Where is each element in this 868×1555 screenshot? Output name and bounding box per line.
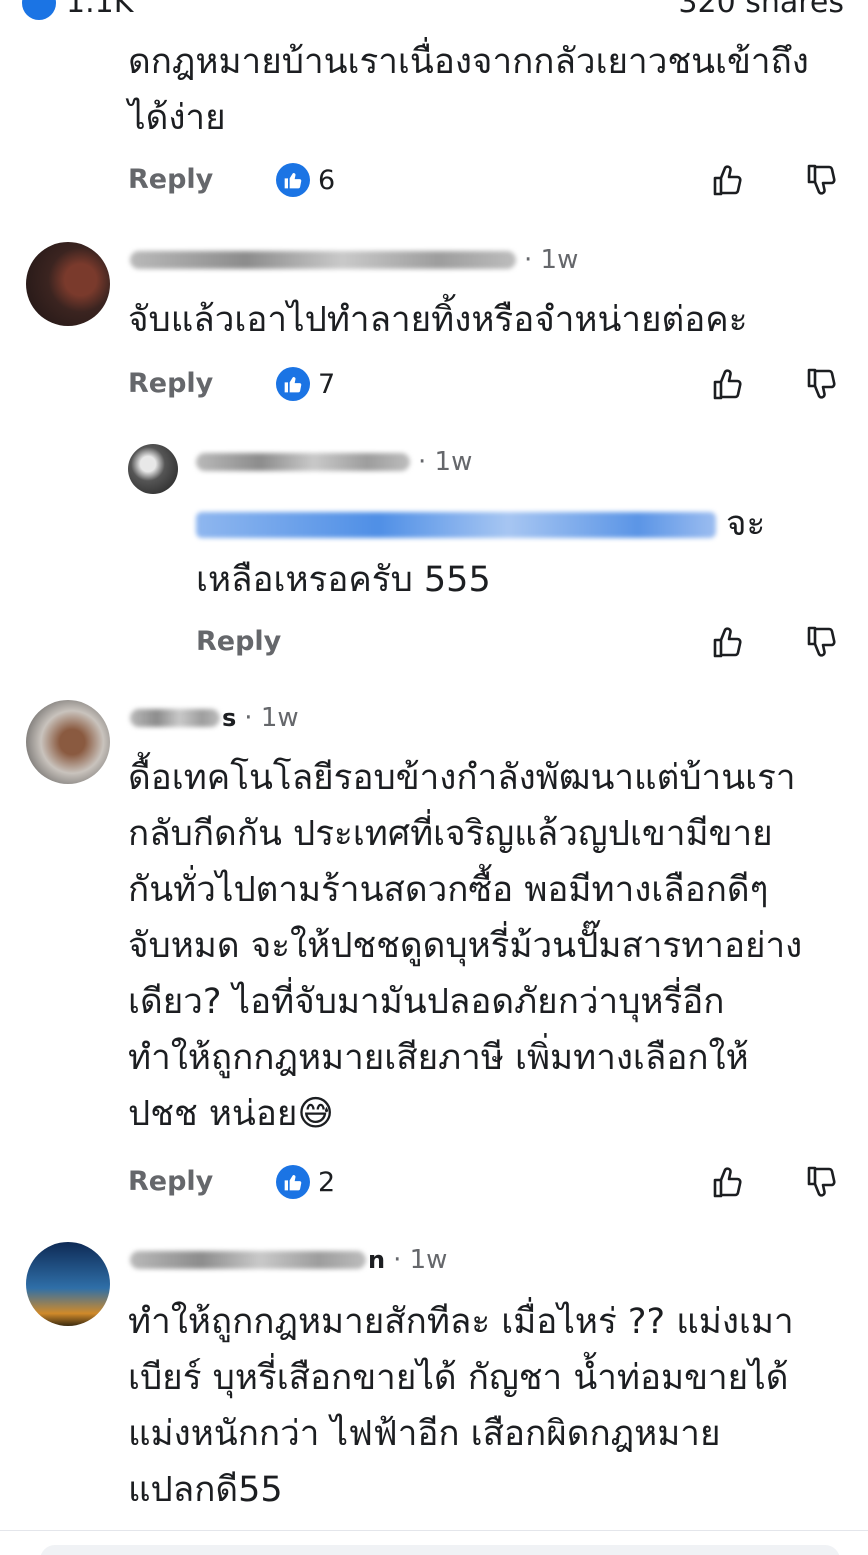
dislike-outline-icon[interactable] bbox=[800, 622, 840, 662]
comment-text: ดกฎหมายบ้านเราเนื่องจากกลัวเยาวชนเข้าถึง… bbox=[128, 42, 809, 138]
comment-text: ทำให้ถูกกฎหมายสักทีละ เมื่อไหร่ ?? แม่งเ… bbox=[128, 1302, 794, 1510]
timestamp[interactable]: · 1w bbox=[418, 447, 472, 477]
thumbs-up-icon bbox=[276, 163, 310, 197]
avatar[interactable] bbox=[128, 444, 178, 494]
comment-header: · 1w bbox=[130, 242, 578, 278]
like-reaction-icon bbox=[22, 0, 56, 20]
author-name[interactable] bbox=[130, 709, 220, 727]
post-stats-bar: 1.1K 320 shares bbox=[0, 0, 868, 22]
comment-actions: Reply 6 bbox=[0, 160, 868, 200]
reaction-count[interactable]: 1.1K bbox=[66, 0, 133, 20]
avatar[interactable] bbox=[26, 700, 110, 784]
comment-actions: Reply 7 bbox=[0, 364, 868, 404]
comment-text: จับแล้วเอาไปทำลายทิ้งหรือจำหน่ายต่อคะ bbox=[128, 300, 748, 340]
comment-text: ดื้อเทคโนโลยีรอบข้างกำลังพัฒนาแต่บ้านเรา… bbox=[128, 758, 803, 1134]
author-name[interactable] bbox=[130, 251, 516, 269]
like-outline-icon[interactable] bbox=[706, 1162, 746, 1202]
thumbs-up-icon bbox=[276, 1165, 310, 1199]
timestamp[interactable]: · 1w bbox=[244, 703, 298, 733]
reply-button[interactable]: Reply bbox=[128, 364, 213, 404]
like-outline-icon[interactable] bbox=[706, 160, 746, 200]
comment-actions: Reply bbox=[0, 622, 868, 662]
timestamp[interactable]: · 1w bbox=[524, 245, 578, 275]
comment-header: · 1w bbox=[196, 444, 472, 480]
like-count-badge[interactable]: 7 bbox=[276, 364, 335, 404]
like-count: 6 bbox=[318, 164, 336, 196]
like-outline-icon[interactable] bbox=[706, 364, 746, 404]
comment-header: s · 1w bbox=[130, 700, 299, 736]
share-count[interactable]: 320 shares bbox=[678, 0, 844, 20]
author-name-visible[interactable]: s bbox=[222, 704, 236, 732]
like-outline-icon[interactable] bbox=[706, 622, 746, 662]
avatar[interactable] bbox=[26, 1242, 110, 1326]
dislike-outline-icon[interactable] bbox=[800, 160, 840, 200]
comment-header: n · 1w bbox=[130, 1242, 447, 1278]
dislike-outline-icon[interactable] bbox=[800, 364, 840, 404]
timestamp[interactable]: · 1w bbox=[393, 1245, 447, 1275]
reply-button[interactable]: Reply bbox=[196, 622, 281, 662]
comment-text: จะ เหลือเหรอครับ 555 bbox=[196, 496, 836, 608]
author-name[interactable] bbox=[196, 453, 410, 471]
avatar[interactable] bbox=[26, 242, 110, 326]
like-count: 7 bbox=[318, 368, 336, 400]
thumbs-up-icon bbox=[276, 367, 310, 401]
author-name-visible[interactable]: n bbox=[368, 1246, 385, 1274]
comment-composer-bar bbox=[0, 1530, 868, 1555]
like-count-badge[interactable]: 6 bbox=[276, 160, 335, 200]
reply-button[interactable]: Reply bbox=[128, 1162, 213, 1202]
reply-button[interactable]: Reply bbox=[128, 160, 213, 200]
author-name[interactable] bbox=[130, 1251, 366, 1269]
mention-link[interactable] bbox=[196, 512, 716, 538]
dislike-outline-icon[interactable] bbox=[800, 1162, 840, 1202]
comment-actions: Reply 2 bbox=[0, 1162, 868, 1202]
comment-input[interactable] bbox=[40, 1545, 840, 1555]
like-count: 2 bbox=[318, 1166, 336, 1198]
like-count-badge[interactable]: 2 bbox=[276, 1162, 335, 1202]
